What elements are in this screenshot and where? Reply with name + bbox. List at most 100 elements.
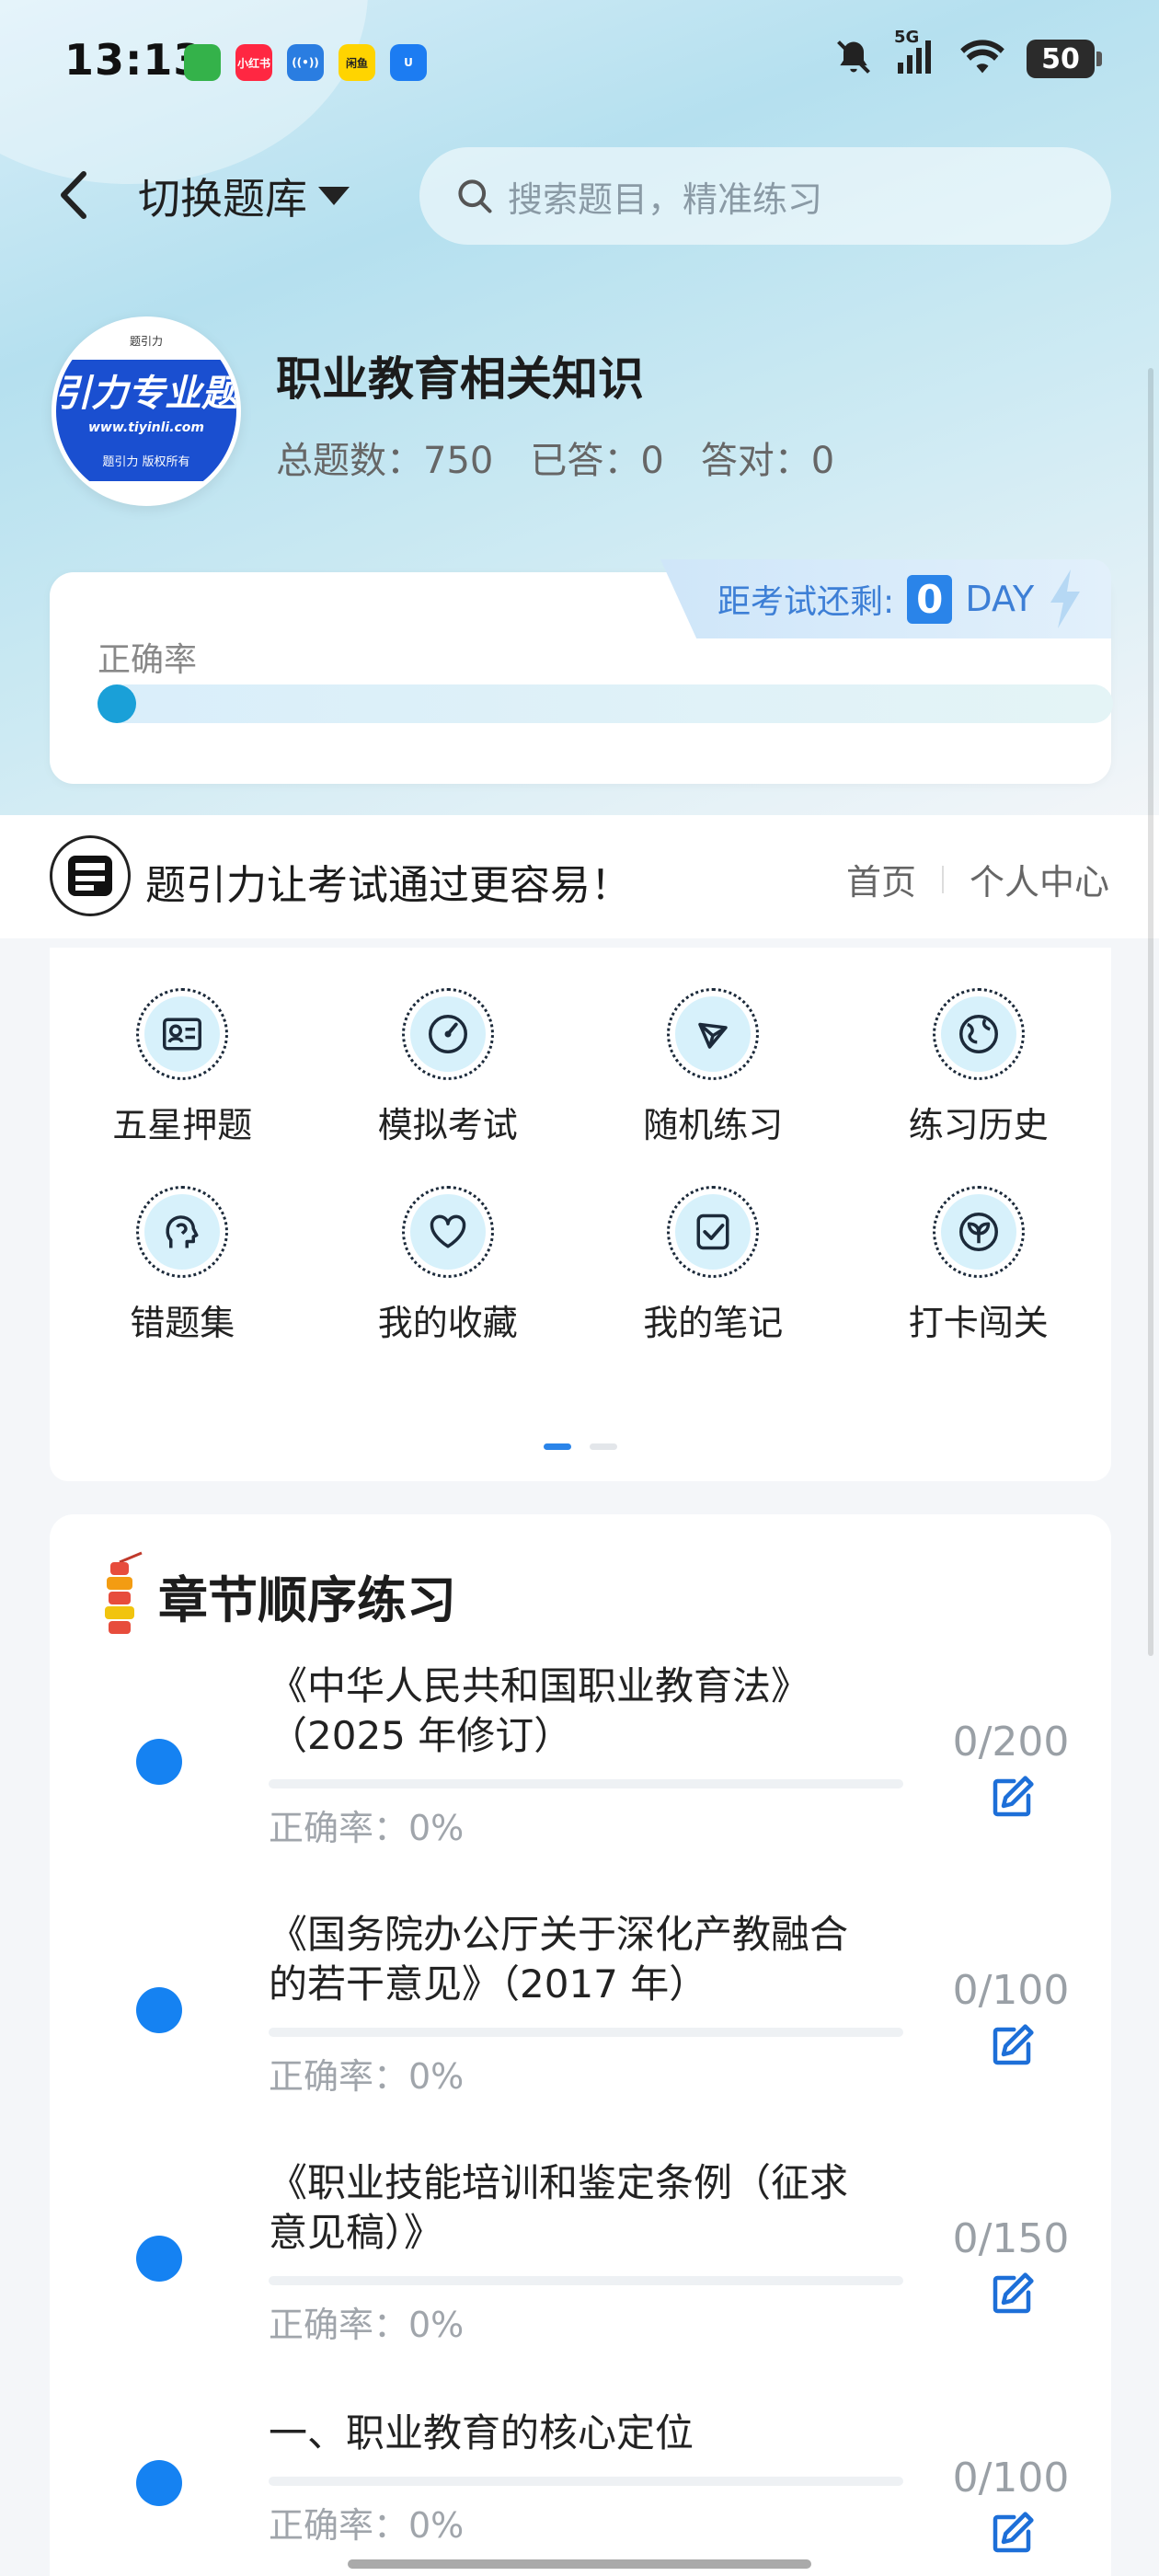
brand-logo xyxy=(50,835,131,916)
scrollbar[interactable] xyxy=(1148,368,1153,1656)
chapter-name: 《中华人民共和国职业教育法》 （2025 年修订） xyxy=(269,1662,912,1761)
chapter-count: 0/150 xyxy=(952,2215,1070,2262)
feature-checklist[interactable]: 我的笔记 xyxy=(580,1186,846,1345)
chevron-left-icon xyxy=(61,171,86,219)
feature-leaf[interactable]: 打卡闯关 xyxy=(846,1186,1112,1345)
battery-indicator: 50 xyxy=(1027,40,1102,78)
answered-count: 已答：0 xyxy=(530,440,664,482)
head-icon xyxy=(136,1186,229,1278)
feature-label: 五星押题 xyxy=(112,1105,253,1145)
question-bank-title: 职业教育相关知识 xyxy=(276,352,644,406)
switch-question-bank[interactable]: 切换题库 xyxy=(138,166,350,226)
link-divider xyxy=(941,865,944,893)
accuracy-card: 距考试还剩: 0 DAY 正确率 xyxy=(50,559,1113,784)
caret-down-icon xyxy=(318,187,350,205)
chapter-progress-bar xyxy=(269,2276,903,2285)
checklist-icon xyxy=(667,1186,760,1278)
chapter-accuracy: 正确率：0% xyxy=(269,2056,465,2097)
correct-count: 答对：0 xyxy=(700,440,835,482)
feature-network[interactable]: 随机练习 xyxy=(580,988,846,1147)
chapter-accuracy: 正确率：0% xyxy=(269,2505,465,2546)
edit-icon[interactable] xyxy=(984,2018,1039,2074)
lightning-icon xyxy=(1050,569,1081,628)
chapter-name-line2: 的若干意见》（2017 年） xyxy=(269,1961,708,2007)
app-badge-5: U xyxy=(390,44,427,81)
chapter-name-line1: 一、职业教育的核心定位 xyxy=(269,2410,694,2455)
feature-label: 练习历史 xyxy=(908,1105,1049,1145)
feature-heart[interactable]: 我的收藏 xyxy=(316,1186,581,1345)
avatar-url: www.tiyinli.com xyxy=(56,420,236,444)
search-icon xyxy=(458,179,492,213)
notification-app-icons: 小红书 ((•)) 闲鱼 U xyxy=(184,44,427,81)
wifi-icon xyxy=(958,37,1006,81)
feature-label: 我的收藏 xyxy=(377,1303,518,1343)
personal-center-link[interactable]: 个人中心 xyxy=(970,854,1109,904)
mute-bell-icon xyxy=(833,37,874,81)
feature-head[interactable]: 错题集 xyxy=(50,1186,316,1345)
exam-countdown: 距考试还剩: 0 DAY xyxy=(660,559,1111,638)
total-count: 总题数：750 xyxy=(276,440,494,482)
chapter-count: 0/100 xyxy=(952,2455,1070,2501)
chapter-accuracy: 正确率：0% xyxy=(269,2305,465,2345)
accuracy-progress-bar xyxy=(98,684,1113,723)
question-stats: 总题数：750 已答：0 答对：0 xyxy=(276,431,834,484)
feature-label: 打卡闯关 xyxy=(908,1303,1049,1343)
chapter-name-line1: 《国务院办公厅关于深化产教融合 xyxy=(269,1912,849,1957)
network-type: 5G xyxy=(894,28,920,47)
edit-icon[interactable] xyxy=(984,1770,1039,1825)
page-dot-1[interactable] xyxy=(544,1443,571,1450)
exam-countdown-days: 0 xyxy=(907,574,953,624)
status-bar: 13:13 小红书 ((•)) 闲鱼 U 5G 50 xyxy=(0,0,1159,120)
back-button[interactable] xyxy=(51,167,97,223)
app-badge-4: 闲鱼 xyxy=(339,44,375,81)
app-badge-2: 小红书 xyxy=(235,44,272,81)
home-indicator[interactable] xyxy=(348,2559,811,2569)
feature-speedometer[interactable]: 模拟考试 xyxy=(316,988,581,1147)
accuracy-label: 正确率 xyxy=(98,641,198,679)
chapter-bullet xyxy=(136,2236,182,2282)
network-icon xyxy=(667,988,760,1080)
edit-icon[interactable] xyxy=(984,2267,1039,2322)
leaf-icon xyxy=(932,1186,1025,1278)
feature-label: 随机练习 xyxy=(643,1105,784,1145)
chapter-name-line2: （2025 年修订） xyxy=(269,1713,573,1758)
edit-icon[interactable] xyxy=(984,2506,1039,2561)
switch-bank-label: 切换题库 xyxy=(138,174,307,224)
question-bank-avatar: 题引力 引力专业题 www.tiyinli.com 题引力 版权所有 xyxy=(52,316,241,506)
app-badge-3: ((•)) xyxy=(287,44,324,81)
chapter-progress-bar xyxy=(269,2028,903,2037)
exam-countdown-label: 距考试还剩: xyxy=(717,583,895,621)
chapter-count: 0/100 xyxy=(952,1967,1070,2014)
chapter-section-title: 章节顺序练习 xyxy=(158,1570,456,1629)
slogan-links: 首页 个人中心 xyxy=(846,854,1109,904)
feature-label: 模拟考试 xyxy=(377,1105,518,1145)
page-dot-2[interactable] xyxy=(590,1443,617,1450)
chapter-name: 《职业技能培训和鉴定条例（征求 意见稿）》 xyxy=(269,2158,912,2258)
feature-id-card[interactable]: 五星押题 xyxy=(50,988,316,1147)
chapter-name-line2: 意见稿）》 xyxy=(269,2210,443,2255)
feature-globe[interactable]: 练习历史 xyxy=(846,988,1112,1147)
chapter-bullet xyxy=(136,2460,182,2506)
id-card-icon xyxy=(136,988,229,1080)
accuracy-progress-fill xyxy=(98,684,136,723)
firecracker-icon xyxy=(105,1551,143,1634)
search-input[interactable]: 搜索题目，精准练习 xyxy=(419,147,1111,245)
exam-countdown-unit: DAY xyxy=(965,579,1035,619)
feature-label: 我的笔记 xyxy=(643,1303,784,1343)
speedometer-icon xyxy=(401,988,494,1080)
feature-grid: 五星押题 模拟考试 随机练习 练习历史错题集 我的收藏 我的笔记 打卡闯关 xyxy=(50,988,1111,1345)
slogan-text: 题引力让考试通过更容易！ xyxy=(145,862,631,909)
chapter-progress-bar xyxy=(269,1779,903,1788)
app-badge-1 xyxy=(184,44,221,81)
chapter-name: 《国务院办公厅关于深化产教融合 的若干意见》（2017 年） xyxy=(269,1910,912,2009)
chapter-name: 一、职业教育的核心定位 xyxy=(269,2409,912,2458)
chapter-accuracy: 正确率：0% xyxy=(269,1808,465,1848)
chapter-bullet xyxy=(136,1987,182,2033)
feature-label: 错题集 xyxy=(130,1303,235,1343)
home-link[interactable]: 首页 xyxy=(846,854,916,904)
avatar-title: 引力专业题 xyxy=(56,360,236,420)
feature-menu: 五星押题 模拟考试 随机练习 练习历史错题集 我的收藏 我的笔记 打卡闯关 xyxy=(50,948,1111,1481)
globe-icon xyxy=(932,988,1025,1080)
signal-icon: 5G xyxy=(894,28,938,81)
chapter-name-line1: 《职业技能培训和鉴定条例（征求 xyxy=(269,2160,849,2205)
